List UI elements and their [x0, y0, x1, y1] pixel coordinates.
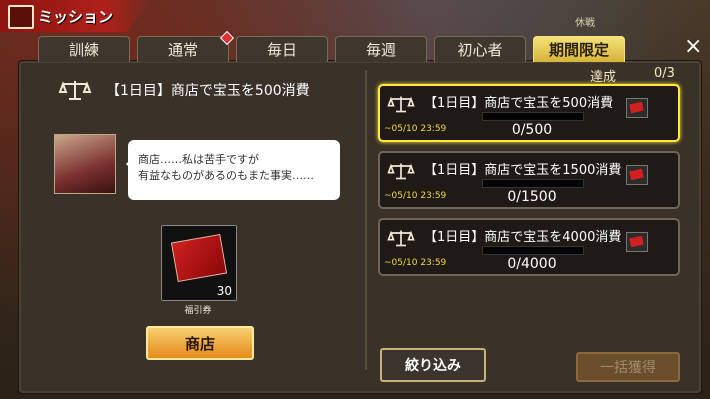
- divider: [365, 70, 367, 370]
- detail-header: 【1日目】商店で宝玉を500消費: [58, 78, 310, 102]
- reward-ticket-icon: [626, 232, 648, 252]
- book-icon: [8, 5, 34, 29]
- mission-deadline: ~05/10 23:59: [384, 191, 447, 201]
- mission-progress-bar: [482, 112, 584, 121]
- dialogue-line-2: 有益なものがあるのもまた事実……: [138, 169, 314, 182]
- reward-quantity: 30: [216, 284, 232, 298]
- mission-detail: 【1日目】商店で宝玉を500消費 商店……私は苦手ですが 有益なものがあるのもま…: [36, 70, 356, 388]
- mission-item[interactable]: 【1日目】商店で宝玉を4000消費 ~05/10 23:59 0/4000: [378, 218, 680, 276]
- status-label: 休戦: [575, 18, 595, 29]
- dialogue-line-1: 商店……私は苦手ですが: [138, 153, 259, 166]
- mission-item[interactable]: 【1日目】商店で宝玉を1500消費 ~05/10 23:59 0/1500: [378, 151, 680, 209]
- screen-title: ミッション: [38, 8, 114, 26]
- reward-item[interactable]: 30: [161, 225, 237, 301]
- achieved-count: 0/3: [654, 66, 675, 81]
- scale-icon: [387, 230, 415, 247]
- tab-bar: 訓練 通常 毎日 毎週 初心者 期間限定: [38, 30, 632, 62]
- tab-limited-time[interactable]: 期間限定: [533, 36, 625, 62]
- mission-list: 【1日目】商店で宝玉を500消費 ~05/10 23:59 0/500 【1日目…: [378, 84, 680, 285]
- character-portrait: [54, 134, 116, 194]
- scale-icon: [387, 163, 415, 180]
- shop-button[interactable]: 商店: [146, 326, 254, 360]
- mission-progress: 0/500: [511, 122, 553, 138]
- mission-progress-bar: [482, 246, 584, 255]
- tab-training[interactable]: 訓練: [38, 36, 130, 62]
- screen-title-bar: ミッション: [0, 0, 150, 32]
- mission-deadline: ~05/10 23:59: [384, 124, 447, 134]
- reward-ticket-icon: [626, 98, 648, 118]
- reward-name: 福引券: [184, 306, 212, 316]
- reward-ticket-icon: [626, 165, 648, 185]
- mission-title: 【1日目】商店で宝玉を500消費: [424, 96, 614, 111]
- close-icon[interactable]: ×: [684, 36, 702, 58]
- mission-item[interactable]: 【1日目】商店で宝玉を500消費 ~05/10 23:59 0/500: [378, 84, 680, 142]
- speech-bubble: 商店……私は苦手ですが 有益なものがあるのもまた事実……: [126, 140, 340, 200]
- mission-title: 【1日目】商店で宝玉を4000消費: [424, 230, 622, 245]
- tab-weekly[interactable]: 毎週: [335, 36, 427, 62]
- filter-button[interactable]: 絞り込み: [380, 348, 486, 382]
- tab-beginner[interactable]: 初心者: [434, 36, 526, 62]
- tab-daily[interactable]: 毎日: [236, 36, 328, 62]
- mission-progress: 0/1500: [507, 189, 557, 205]
- mission-progress-bar: [482, 179, 584, 188]
- mission-title: 【1日目】商店で宝玉を1500消費: [424, 163, 622, 178]
- lottery-ticket-icon: [170, 233, 228, 283]
- achieved-label: 達成: [590, 70, 617, 85]
- scale-icon: [387, 96, 415, 113]
- mission-progress: 0/4000: [507, 256, 557, 272]
- tab-normal[interactable]: 通常: [137, 30, 235, 62]
- scale-icon: [58, 81, 92, 100]
- claim-all-button[interactable]: 一括獲得: [576, 352, 680, 382]
- mission-deadline: ~05/10 23:59: [384, 258, 447, 268]
- detail-title: 【1日目】商店で宝玉を500消費: [106, 83, 310, 99]
